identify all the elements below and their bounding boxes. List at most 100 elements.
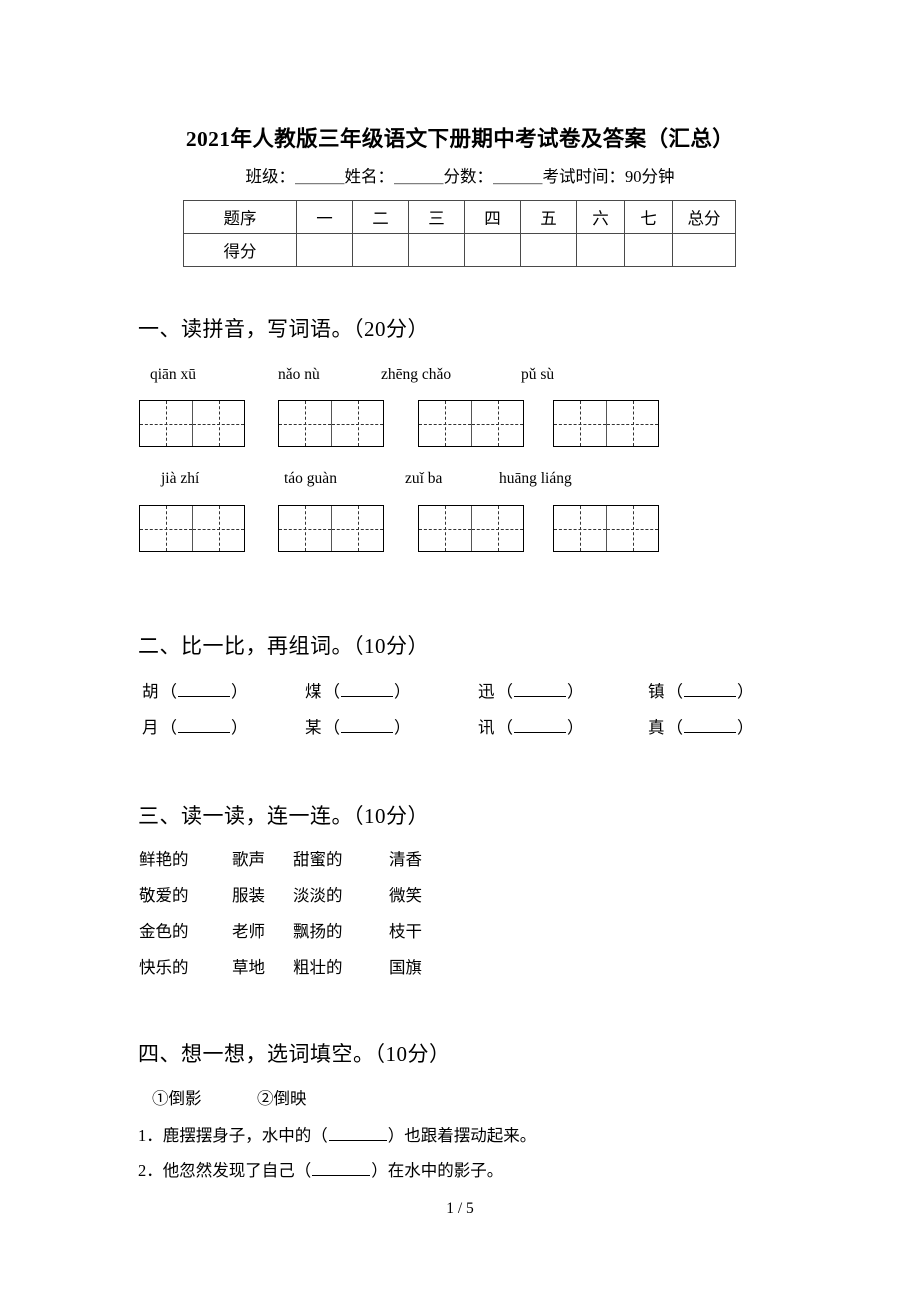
compare-word-item: 真 （ ） xyxy=(648,714,754,738)
pinyin-label: zuǐ ba xyxy=(405,470,443,487)
match-word[interactable]: 清香 xyxy=(389,846,422,870)
tianzige-cell[interactable] xyxy=(279,506,331,551)
match-word[interactable]: 快乐的 xyxy=(139,954,189,978)
score-table-header-1: 一 xyxy=(296,200,353,234)
paren-right: ） xyxy=(231,682,248,701)
score-cell-7[interactable] xyxy=(624,233,673,267)
score-cell-2[interactable] xyxy=(352,233,409,267)
answer-blank[interactable] xyxy=(178,717,230,733)
answer-blank[interactable] xyxy=(684,717,736,733)
answer-blank[interactable] xyxy=(341,717,393,733)
answer-blank[interactable] xyxy=(178,681,230,697)
score-cell-6[interactable] xyxy=(576,233,625,267)
compare-word-item: 煤 （ ） xyxy=(305,678,411,702)
exam-page: 2021年人教版三年级语文下册期中考试卷及答案（汇总） 班级：＿＿＿姓名：＿＿＿… xyxy=(0,0,920,1302)
tianzige-cell[interactable] xyxy=(331,401,383,446)
table-row: 题序 一 二 三 四 五 六 七 总分 xyxy=(183,200,736,234)
tianzige-cell[interactable] xyxy=(471,506,523,551)
pinyin-label: nǎo nù xyxy=(278,366,320,383)
compare-word-char: 胡 xyxy=(142,682,159,701)
fill-blank-question-1: 1．鹿摆摆身子，水中的（ ）也跟着摆动起来。 xyxy=(138,1122,536,1146)
score-table-row-label: 题序 xyxy=(183,200,297,234)
match-word[interactable]: 枝干 xyxy=(389,918,422,942)
tianzige-cell[interactable] xyxy=(192,506,244,551)
paren-right: ） xyxy=(567,682,584,701)
score-table-header-5: 五 xyxy=(520,200,577,234)
paren-left: （ xyxy=(160,718,178,737)
paren-right: ） xyxy=(737,682,754,701)
match-word[interactable]: 微笑 xyxy=(389,882,422,906)
pinyin-label: pǔ sù xyxy=(521,366,555,383)
tianzige-group[interactable] xyxy=(278,400,384,447)
tianzige-cell[interactable] xyxy=(419,506,471,551)
tianzige-cell[interactable] xyxy=(331,506,383,551)
pinyin-label: jià zhí xyxy=(161,470,200,487)
compare-word-item: 迅 （ ） xyxy=(478,678,584,702)
tianzige-cell[interactable] xyxy=(554,401,606,446)
score-table-row-label: 得分 xyxy=(183,233,297,267)
answer-blank[interactable] xyxy=(341,681,393,697)
tianzige-group[interactable] xyxy=(553,400,659,447)
tianzige-cell[interactable] xyxy=(279,401,331,446)
match-word[interactable]: 金色的 xyxy=(139,918,189,942)
tianzige-cell[interactable] xyxy=(419,401,471,446)
compare-word-item: 胡 （ ） xyxy=(142,678,248,702)
compare-word-char: 真 xyxy=(648,718,665,737)
answer-blank[interactable] xyxy=(514,717,566,733)
paren-right: ） xyxy=(231,718,248,737)
tianzige-cell[interactable] xyxy=(554,506,606,551)
section-3-heading: 三、读一读，连一连。（10分） xyxy=(138,804,429,828)
compare-word-char: 镇 xyxy=(648,682,665,701)
tianzige-cell[interactable] xyxy=(606,401,658,446)
match-word[interactable]: 甜蜜的 xyxy=(293,846,343,870)
match-word[interactable]: 歌声 xyxy=(232,846,265,870)
match-word[interactable]: 淡淡的 xyxy=(293,882,343,906)
pinyin-label: huāng liáng xyxy=(499,470,572,487)
compare-word-char: 煤 xyxy=(305,682,322,701)
paren-right: ） xyxy=(567,718,584,737)
compare-word-char: 某 xyxy=(305,718,322,737)
score-cell-3[interactable] xyxy=(408,233,465,267)
answer-blank[interactable] xyxy=(328,1125,387,1141)
compare-word-item: 某 （ ） xyxy=(305,714,411,738)
match-word[interactable]: 敬爱的 xyxy=(139,882,189,906)
paren-left: （ xyxy=(160,682,178,701)
compare-word-item: 月 （ ） xyxy=(142,714,248,738)
answer-blank[interactable] xyxy=(514,681,566,697)
match-word[interactable]: 鲜艳的 xyxy=(139,846,189,870)
compare-word-char: 迅 xyxy=(478,682,495,701)
compare-word-item: 镇 （ ） xyxy=(648,678,754,702)
word-option-1[interactable]: ①倒影 xyxy=(152,1085,202,1109)
tianzige-group[interactable] xyxy=(418,505,524,552)
tianzige-group[interactable] xyxy=(278,505,384,552)
score-cell-5[interactable] xyxy=(520,233,577,267)
question-text-suffix: ）也跟着摆动起来。 xyxy=(387,1126,537,1145)
answer-blank[interactable] xyxy=(684,681,736,697)
score-cell-total[interactable] xyxy=(672,233,736,267)
paren-right: ） xyxy=(394,718,411,737)
tianzige-cell[interactable] xyxy=(606,506,658,551)
tianzige-cell[interactable] xyxy=(192,401,244,446)
tianzige-cell[interactable] xyxy=(140,506,192,551)
tianzige-cell[interactable] xyxy=(471,401,523,446)
word-option-2[interactable]: ②倒映 xyxy=(257,1085,307,1109)
match-word[interactable]: 国旗 xyxy=(389,954,422,978)
paren-right: ） xyxy=(737,718,754,737)
paren-left: （ xyxy=(323,718,341,737)
tianzige-group[interactable] xyxy=(139,505,245,552)
answer-blank[interactable] xyxy=(312,1160,371,1176)
score-table-header-3: 三 xyxy=(408,200,465,234)
tianzige-group[interactable] xyxy=(553,505,659,552)
score-cell-4[interactable] xyxy=(464,233,521,267)
tianzige-group[interactable] xyxy=(418,400,524,447)
match-word[interactable]: 服装 xyxy=(232,882,265,906)
match-word[interactable]: 粗壮的 xyxy=(293,954,343,978)
tianzige-group[interactable] xyxy=(139,400,245,447)
section-2-heading: 二、比一比，再组词。（10分） xyxy=(138,634,429,658)
tianzige-cell[interactable] xyxy=(140,401,192,446)
compare-word-char: 讯 xyxy=(478,718,495,737)
match-word[interactable]: 飘扬的 xyxy=(293,918,343,942)
match-word[interactable]: 老师 xyxy=(232,918,265,942)
match-word[interactable]: 草地 xyxy=(232,954,265,978)
score-cell-1[interactable] xyxy=(296,233,353,267)
